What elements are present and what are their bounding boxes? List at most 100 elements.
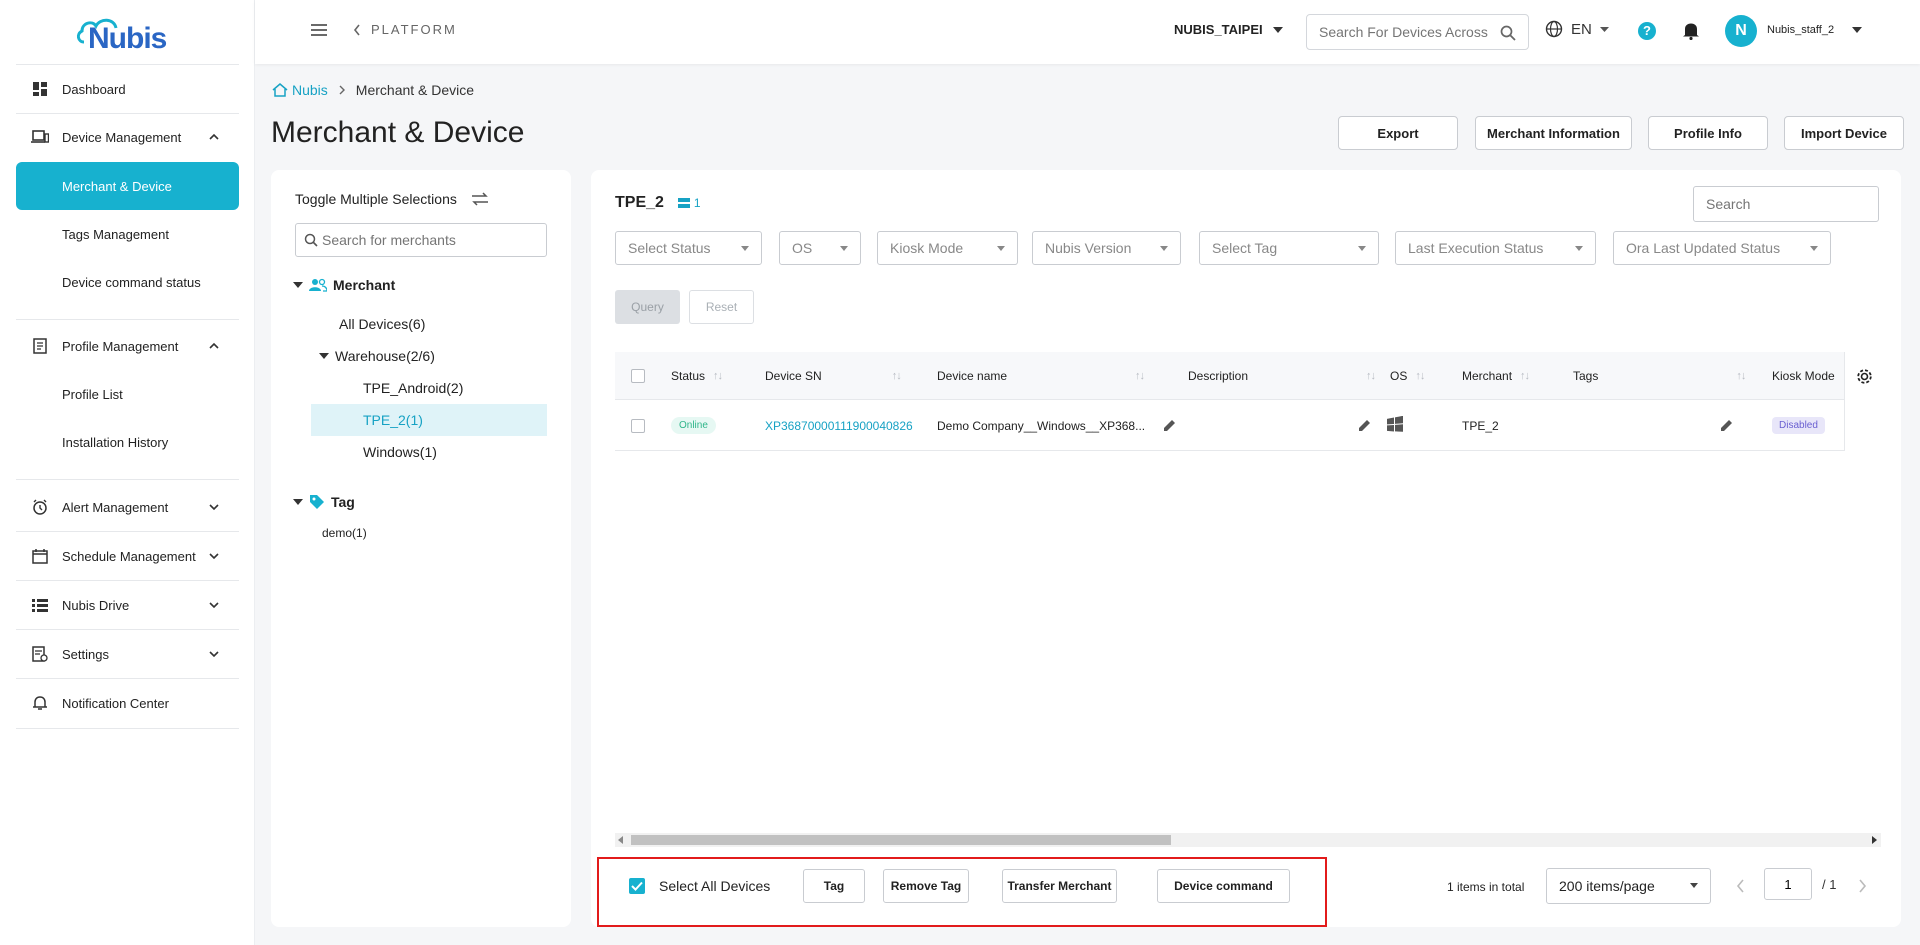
sidebar-item-dashboard[interactable]: Dashboard bbox=[16, 65, 239, 113]
help-icon[interactable]: ? bbox=[1638, 22, 1656, 40]
sidebar-item-merchant-device[interactable]: Merchant & Device bbox=[16, 162, 239, 210]
column-os[interactable]: OS ↑↓ bbox=[1390, 352, 1425, 400]
page-size-select[interactable]: 200 items/page bbox=[1546, 868, 1711, 904]
merchant-title: TPE_2 1 bbox=[615, 194, 701, 212]
caret-down-icon bbox=[840, 246, 848, 251]
select-all-devices-checkbox[interactable] bbox=[629, 878, 645, 894]
profile-info-button[interactable]: Profile Info bbox=[1648, 116, 1768, 150]
merchant-information-button[interactable]: Merchant Information bbox=[1475, 116, 1632, 150]
export-button[interactable]: Export bbox=[1338, 116, 1458, 150]
query-button[interactable]: Query bbox=[615, 290, 680, 324]
sidebar-item-schedule-management[interactable]: Schedule Management bbox=[16, 532, 239, 580]
tree-node-all-devices[interactable]: All Devices(6) bbox=[339, 316, 425, 332]
prev-page-icon[interactable] bbox=[1736, 879, 1745, 893]
row-checkbox[interactable] bbox=[631, 418, 645, 433]
tree-node-warehouse[interactable]: Warehouse(2/6) bbox=[319, 348, 435, 364]
caret-down-icon bbox=[1358, 246, 1366, 251]
horizontal-scrollbar[interactable] bbox=[615, 833, 1881, 847]
column-description[interactable]: Description ↑↓ bbox=[1188, 352, 1376, 400]
language-selector[interactable]: EN bbox=[1545, 20, 1609, 38]
sidebar-item-profile-list[interactable]: Profile List bbox=[16, 370, 239, 418]
reset-button[interactable]: Reset bbox=[689, 290, 754, 324]
column-kiosk-mode[interactable]: Kiosk Mode bbox=[1772, 352, 1835, 400]
tag-filter[interactable]: Select Tag bbox=[1199, 231, 1379, 265]
search-icon[interactable] bbox=[1500, 25, 1516, 41]
nubis-logo[interactable]: Nubis bbox=[74, 12, 184, 55]
table-row[interactable]: Online XP36870000111900040826 Demo Compa… bbox=[615, 400, 1881, 451]
sidebar-item-notification-center[interactable]: Notification Center bbox=[16, 679, 239, 727]
sidebar-item-profile-management[interactable]: Profile Management bbox=[16, 322, 239, 370]
edit-description-icon[interactable] bbox=[1358, 419, 1371, 432]
settings-doc-icon bbox=[30, 644, 50, 664]
sidebar-item-alert-management[interactable]: Alert Management bbox=[16, 483, 239, 531]
sidebar-item-settings[interactable]: Settings bbox=[16, 630, 239, 678]
column-device-sn[interactable]: Device SN ↑↓ bbox=[765, 352, 902, 400]
sidebar-item-tags-management[interactable]: Tags Management bbox=[16, 210, 239, 258]
sidebar-item-nubis-drive[interactable]: Nubis Drive bbox=[16, 581, 239, 629]
caret-down-icon bbox=[1810, 246, 1818, 251]
next-page-icon[interactable] bbox=[1858, 879, 1867, 893]
ora-filter-label: Ora Last Updated Status bbox=[1626, 240, 1781, 256]
menu-icon[interactable] bbox=[310, 22, 328, 38]
header-checkbox[interactable] bbox=[631, 369, 645, 383]
tag-button[interactable]: Tag bbox=[803, 869, 865, 903]
device-sn-link[interactable]: XP36870000111900040826 bbox=[765, 400, 913, 451]
global-search bbox=[1306, 14, 1529, 50]
caret-down-icon bbox=[293, 499, 303, 505]
remove-tag-button[interactable]: Remove Tag bbox=[883, 869, 969, 903]
column-tags[interactable]: Tags ↑↓ bbox=[1573, 352, 1746, 400]
merchant-search-input[interactable] bbox=[322, 232, 522, 248]
page-number-input[interactable] bbox=[1764, 868, 1812, 900]
table-search-input[interactable] bbox=[1706, 196, 1866, 212]
os-filter[interactable]: OS bbox=[779, 231, 861, 265]
column-label: Kiosk Mode bbox=[1772, 369, 1835, 383]
scrollbar-thumb[interactable] bbox=[631, 835, 1171, 845]
scroll-left-icon[interactable] bbox=[618, 836, 624, 844]
tree-node-merchant[interactable]: Merchant bbox=[293, 277, 395, 293]
bell-icon[interactable] bbox=[1683, 21, 1699, 40]
edit-tags-icon[interactable] bbox=[1720, 419, 1733, 432]
sidebar-item-label: Alert Management bbox=[62, 499, 169, 515]
avatar[interactable]: N bbox=[1725, 15, 1757, 47]
edit-device-name-icon[interactable] bbox=[1163, 419, 1176, 432]
sidebar-item-device-command-status[interactable]: Device command status bbox=[16, 258, 239, 306]
chevron-up-icon bbox=[209, 342, 219, 349]
scroll-right-icon[interactable] bbox=[1872, 836, 1878, 844]
tree-selection-highlight bbox=[311, 404, 547, 436]
column-device-name[interactable]: Device name ↑↓ bbox=[937, 352, 1145, 400]
column-settings-column bbox=[1844, 352, 1881, 451]
user-menu[interactable]: Nubis_staff_2 bbox=[1767, 24, 1863, 36]
global-search-input[interactable] bbox=[1319, 24, 1489, 40]
language-code: EN bbox=[1571, 20, 1592, 38]
tree-node-demo[interactable]: demo(1) bbox=[322, 526, 367, 540]
select-all-devices-label[interactable]: Select All Devices bbox=[659, 878, 770, 894]
import-device-button[interactable]: Import Device bbox=[1784, 116, 1904, 150]
tree-node-tpe-android[interactable]: TPE_Android(2) bbox=[363, 380, 463, 396]
breadcrumb-home[interactable]: Nubis bbox=[272, 82, 328, 98]
column-status[interactable]: Status ↑↓ bbox=[671, 352, 723, 400]
status-filter[interactable]: Select Status bbox=[615, 231, 762, 265]
ora-last-updated-status-filter[interactable]: Ora Last Updated Status bbox=[1613, 231, 1831, 265]
divider bbox=[16, 479, 239, 480]
top-bar: PLATFORM NUBIS_TAIPEI EN ? N Nubis_staff… bbox=[255, 0, 1920, 64]
transfer-merchant-button[interactable]: Transfer Merchant bbox=[1002, 869, 1117, 903]
kiosk-filter-label: Kiosk Mode bbox=[890, 240, 964, 256]
sidebar-item-label: Nubis Drive bbox=[62, 597, 130, 613]
last-execution-status-filter[interactable]: Last Execution Status bbox=[1395, 231, 1596, 265]
tenant-selector[interactable]: NUBIS_TAIPEI bbox=[1174, 22, 1283, 37]
toggle-multiple-selections[interactable]: Toggle Multiple Selections bbox=[295, 191, 489, 207]
column-merchant[interactable]: Merchant ↑↓ bbox=[1462, 352, 1530, 400]
tree-node-windows[interactable]: Windows(1) bbox=[363, 444, 437, 460]
nubis-version-filter[interactable]: Nubis Version bbox=[1032, 231, 1181, 265]
platform-back-link[interactable]: PLATFORM bbox=[353, 22, 457, 37]
kiosk-mode-filter[interactable]: Kiosk Mode bbox=[877, 231, 1018, 265]
sidebar-item-label: Device Management bbox=[62, 129, 182, 145]
device-command-button[interactable]: Device command bbox=[1157, 869, 1290, 903]
sidebar-item-installation-history[interactable]: Installation History bbox=[16, 418, 239, 466]
gear-icon[interactable] bbox=[1856, 368, 1873, 385]
tree-node-tag[interactable]: Tag bbox=[293, 494, 355, 510]
toggle-label: Toggle Multiple Selections bbox=[295, 191, 457, 207]
sidebar-item-device-management[interactable]: Device Management bbox=[16, 113, 239, 161]
tree-node-tpe-2[interactable]: TPE_2(1) bbox=[363, 412, 423, 428]
merchant-search bbox=[295, 223, 547, 257]
